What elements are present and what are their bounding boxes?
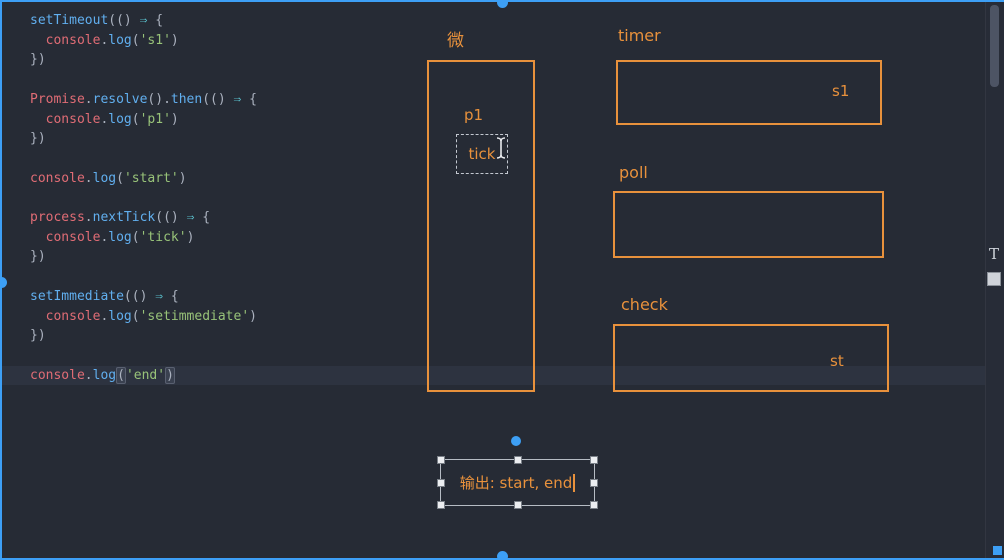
selection-handle-bottom[interactable] <box>497 551 508 560</box>
queue-item-p1[interactable]: p1 <box>464 106 483 124</box>
code-line: console.log('s1') <box>45 32 179 48</box>
textbox-handle[interactable] <box>437 501 445 509</box>
selection-handle-right[interactable] <box>987 272 1001 286</box>
tick-label: tick <box>468 145 496 163</box>
textbox-handle[interactable] <box>513 456 522 464</box>
check-queue-label[interactable]: check <box>621 295 668 314</box>
micro-queue-label[interactable]: 微 <box>447 26 464 51</box>
rotation-handle[interactable] <box>511 436 521 446</box>
output-text: 输出: start, end <box>459 474 573 492</box>
timer-queue-label[interactable]: timer <box>618 26 661 45</box>
screen: setTimeout(() ⇒ { console.log('s1')}) Pr… <box>0 0 1004 560</box>
textbox-handle[interactable] <box>437 456 445 464</box>
poll-queue-box[interactable] <box>613 191 884 258</box>
text-caret <box>573 473 576 492</box>
selection-handle-bottom-right[interactable] <box>993 546 1002 555</box>
textbox-handle[interactable] <box>590 501 598 509</box>
textbox-handle[interactable] <box>437 478 445 487</box>
scrollbar-thumb[interactable] <box>990 5 999 87</box>
ibeam-cursor <box>496 137 506 159</box>
text-tool-icon[interactable]: T <box>989 245 999 263</box>
timer-item-s1[interactable]: s1 <box>832 82 849 100</box>
code-line: setTimeout(() ⇒ { <box>30 13 164 28</box>
check-queue-box[interactable] <box>613 324 889 392</box>
poll-queue-label[interactable]: poll <box>619 163 648 182</box>
textbox-handle[interactable] <box>513 501 522 509</box>
check-item-st[interactable]: st <box>830 352 844 370</box>
output-textbox[interactable]: 输出: start, end <box>437 456 598 509</box>
textbox-handle[interactable] <box>590 456 598 464</box>
textbox-handle[interactable] <box>590 478 598 487</box>
